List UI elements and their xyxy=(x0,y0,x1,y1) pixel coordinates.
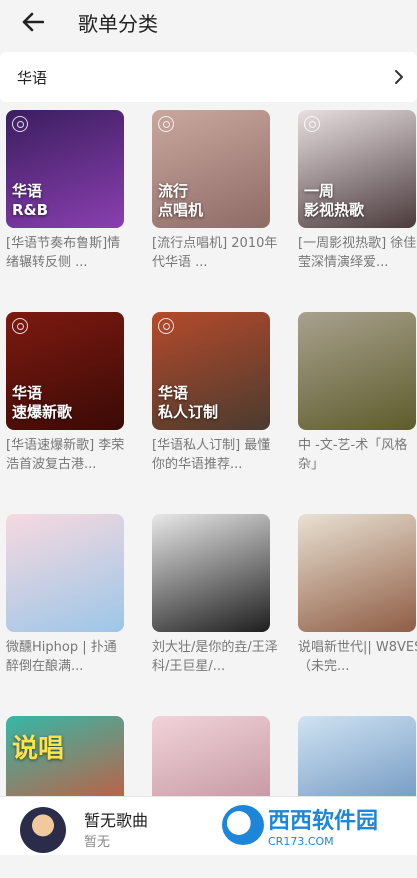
playlist-card[interactable]: 中 -文-艺-术「风格杂」 xyxy=(298,312,417,474)
netease-logo-icon xyxy=(12,116,28,132)
playlist-caption: 刘大壮/是你的垚/王泽科/王巨星/... xyxy=(152,640,278,674)
playlist-cover[interactable]: 流行 点唱机 xyxy=(152,110,270,228)
playlist-cover[interactable]: 一周 影视热歌 xyxy=(298,110,416,228)
playlist-cover[interactable] xyxy=(298,514,416,632)
cover-tag: 华语 R&B xyxy=(12,182,49,219)
category-selector[interactable]: 华语 xyxy=(0,52,417,102)
page-title: 歌单分类 xyxy=(78,11,158,36)
chevron-right-icon xyxy=(395,70,403,84)
watermark-subtext: CR173.COM xyxy=(268,834,334,848)
back-arrow-icon xyxy=(22,12,44,32)
playlist-caption: 微醺Hiphop | 扑通 醉倒在酿满... xyxy=(6,640,117,674)
song-title: 暂无歌曲 xyxy=(84,811,149,830)
netease-logo-icon xyxy=(12,318,28,334)
playlist-card[interactable]: 华语 速爆新歌 [华语速爆新歌] 李荣浩首波复古港... xyxy=(6,312,126,474)
netease-logo-icon xyxy=(158,116,174,132)
playlist-caption: 中 -文-艺-术「风格杂」 xyxy=(298,438,408,472)
playlist-card[interactable]: 说唱新世代|| W8VES（未完... xyxy=(298,514,417,676)
playlist-card[interactable]: 华语 R&B [华语节奏布鲁斯]情绪辗转反侧 ... xyxy=(6,110,126,272)
playlist-cover[interactable]: 华语 私人订制 xyxy=(152,312,270,430)
playlist-cover[interactable] xyxy=(6,514,124,632)
category-label: 华语 xyxy=(17,68,48,87)
playlist-cover[interactable]: 华语 R&B xyxy=(6,110,124,228)
playlist-caption: [流行点唱机] 2010年代华语 ... xyxy=(152,236,278,270)
player-avatar[interactable] xyxy=(20,807,66,853)
netease-logo-icon xyxy=(304,116,320,132)
playlist-card[interactable]: 刘大壮/是你的垚/王泽科/王巨星/... xyxy=(152,514,278,676)
playlist-card[interactable]: 流行 点唱机 [流行点唱机] 2010年代华语 ... xyxy=(152,110,277,272)
song-artist: 暂无 xyxy=(84,835,111,850)
playlist-cover[interactable] xyxy=(298,312,416,430)
netease-logo-icon xyxy=(158,318,174,334)
playlist-caption: 说唱新世代|| W8VES（未完... xyxy=(298,640,417,674)
watermark-logo: 西西软件园 CR173.COM xyxy=(222,803,398,848)
watermark-text: 西西软件园 xyxy=(268,808,379,834)
playlist-cover[interactable]: 华语 速爆新歌 xyxy=(6,312,124,430)
playlist-caption: [华语节奏布鲁斯]情绪辗转反侧 ... xyxy=(6,236,121,270)
back-button[interactable] xyxy=(18,7,48,37)
header-bar: 歌单分类 xyxy=(0,0,417,44)
playlist-caption: [华语速爆新歌] 李荣浩首波复古港... xyxy=(6,438,125,472)
cover-tag: 华语 速爆新歌 xyxy=(12,384,73,421)
playlist-caption: [一周影视热歌] 徐佳莹深情演绎爱... xyxy=(298,236,417,270)
playlist-caption: [华语私人订制] 最懂你的华语推荐... xyxy=(152,438,271,472)
playlist-card[interactable]: 微醺Hiphop | 扑通 醉倒在酿满... xyxy=(6,514,126,676)
cover-tag: 流行 点唱机 xyxy=(158,182,204,219)
playlist-card[interactable]: 华语 私人订制 [华语私人订制] 最懂你的华语推荐... xyxy=(152,312,272,474)
cover-tag: 一周 影视热歌 xyxy=(304,182,365,219)
playlist-cover[interactable] xyxy=(152,514,270,632)
mini-player[interactable]: 暂无歌曲 暂无 西西软件园 CR173.COM xyxy=(0,796,417,855)
cover-art-text: 说唱 xyxy=(12,734,65,764)
watermark-icon xyxy=(222,805,264,845)
cover-tag: 华语 私人订制 xyxy=(158,384,219,421)
playlist-card[interactable]: 一周 影视热歌 [一周影视热歌] 徐佳莹深情演绎爱... xyxy=(298,110,417,272)
